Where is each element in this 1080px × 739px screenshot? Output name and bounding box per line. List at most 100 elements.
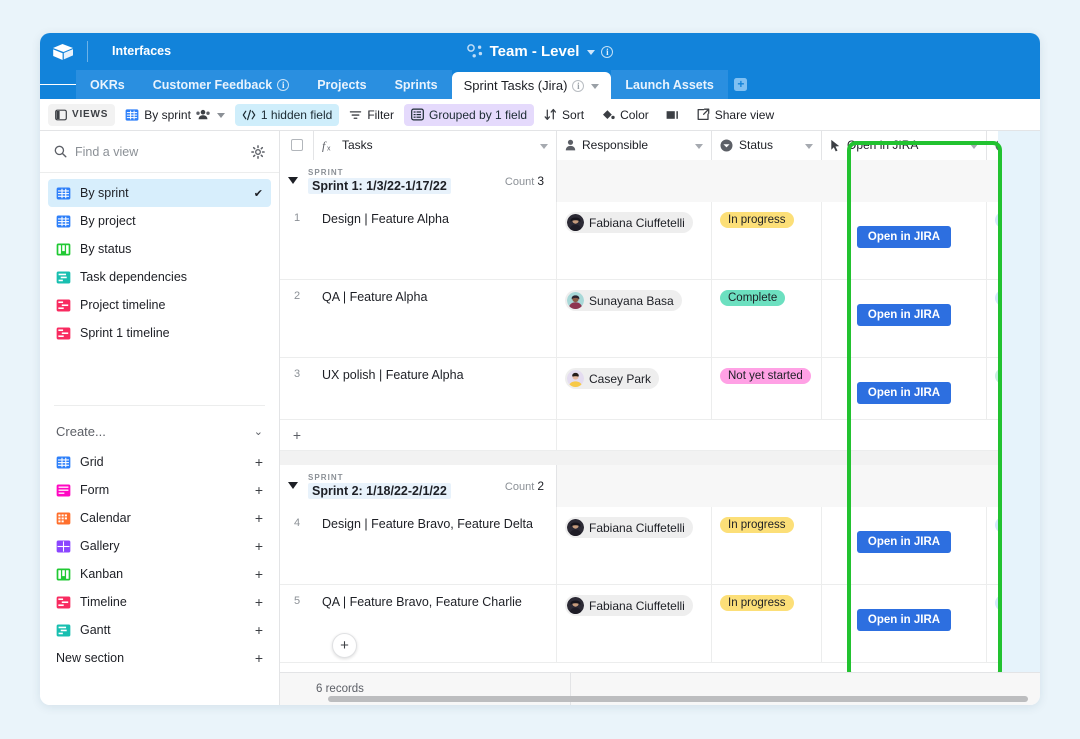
cell-task[interactable]: QA | Feature Alpha — [314, 280, 557, 357]
tab-okrs[interactable]: OKRs — [76, 70, 139, 99]
view-chevron-down-icon[interactable] — [217, 113, 225, 118]
cell-status[interactable]: Not yet started — [712, 358, 822, 419]
add-icon[interactable]: + — [255, 651, 263, 665]
cell-open-in-jira[interactable]: Open in JIRA — [822, 358, 987, 419]
add-row-group-1[interactable]: + — [280, 420, 1040, 451]
hidden-fields-button[interactable]: 1 hidden field — [235, 104, 339, 126]
open-in-jira-button[interactable]: Open in JIRA — [857, 382, 951, 404]
search-input[interactable] — [75, 145, 243, 159]
create-item-gallery[interactable]: Gallery + — [48, 532, 271, 560]
open-in-jira-button[interactable]: Open in JIRA — [857, 304, 951, 326]
cell-status[interactable]: In progress — [712, 585, 822, 662]
cell-responsible[interactable]: Fabiana Ciuffetelli — [557, 585, 712, 662]
add-icon[interactable]: + — [255, 595, 263, 609]
tab-projects[interactable]: Projects — [303, 70, 380, 99]
cell-tags[interactable]: Desi — [987, 507, 1040, 584]
open-in-jira-button[interactable]: Open in JIRA — [857, 531, 951, 553]
add-icon[interactable]: + — [255, 483, 263, 497]
tab-customer-feedback[interactable]: Customer Feedback i — [139, 70, 303, 99]
cell-task[interactable]: Design | Feature Bravo, Feature Delta — [314, 507, 557, 584]
cell-open-in-jira[interactable]: Open in JIRA — [822, 202, 987, 279]
group-button[interactable]: Grouped by 1 field — [404, 104, 534, 126]
cell-tags[interactable]: QA — [987, 280, 1040, 357]
cell-responsible[interactable]: Fabiana Ciuffetelli — [557, 202, 712, 279]
cell-tags[interactable]: QA — [987, 585, 1040, 662]
cell-responsible[interactable]: Sunayana Basa — [557, 280, 712, 357]
column-header-status[interactable]: Status — [712, 131, 822, 160]
interfaces-label[interactable]: Interfaces — [112, 33, 171, 70]
group-header-sprint-1[interactable]: SPRINT Sprint 1: 1/3/22-1/17/22 Count 3 — [280, 160, 1040, 202]
chevron-down-icon[interactable]: ⌄ — [254, 425, 263, 438]
table-row[interactable]: 4 Design | Feature Bravo, Feature Delta … — [280, 507, 1040, 585]
sidebar-item-task-dependencies[interactable]: Task dependencies — [48, 263, 271, 291]
cell-responsible[interactable]: Fabiana Ciuffetelli — [557, 507, 712, 584]
column-header-responsible[interactable]: Responsible — [557, 131, 712, 160]
sidebar-item-project-timeline[interactable]: Project timeline — [48, 291, 271, 319]
tab-sprints[interactable]: Sprints — [381, 70, 452, 99]
open-in-jira-button[interactable]: Open in JIRA — [857, 609, 951, 631]
cell-task[interactable]: UX polish | Feature Alpha — [314, 358, 557, 419]
sidebar-item-by-sprint[interactable]: By sprint ✔ — [48, 179, 271, 207]
create-section-header[interactable]: Create... ⌄ — [40, 414, 279, 448]
add-icon[interactable]: + — [255, 623, 263, 637]
group-header-sprint-2[interactable]: SPRINT Sprint 2: 1/18/22-2/1/22 Count 2 — [280, 465, 1040, 507]
add-icon[interactable]: + — [255, 567, 263, 581]
sidebar-item-by-status[interactable]: By status — [48, 235, 271, 263]
table-row[interactable]: 1 Design | Feature Alpha Fabiana Ciuffet… — [280, 202, 1040, 280]
add-icon[interactable]: + — [255, 455, 263, 469]
cell-responsible[interactable]: Casey Park — [557, 358, 712, 419]
row-height-button[interactable] — [659, 104, 687, 126]
create-item-grid[interactable]: Grid + — [48, 448, 271, 476]
add-icon[interactable]: + — [255, 511, 263, 525]
column-chevron-down-icon[interactable] — [970, 144, 978, 149]
cell-open-in-jira[interactable]: Open in JIRA — [822, 507, 987, 584]
add-icon[interactable]: + — [255, 539, 263, 553]
tab-chevron-down-icon[interactable] — [591, 84, 599, 89]
airtable-logo-icon[interactable] — [50, 39, 76, 65]
create-item-new-section[interactable]: New section + — [48, 644, 271, 672]
cell-open-in-jira[interactable]: Open in JIRA — [822, 280, 987, 357]
cell-task[interactable]: Design | Feature Alpha — [314, 202, 557, 279]
views-toggle-button[interactable]: VIEWS — [48, 104, 115, 126]
open-in-jira-button[interactable]: Open in JIRA — [857, 226, 951, 248]
cell-tags[interactable]: Desi — [987, 202, 1040, 279]
create-item-form[interactable]: Form + — [48, 476, 271, 504]
column-chevron-down-icon[interactable] — [695, 144, 703, 149]
collapse-triangle-icon[interactable] — [288, 482, 298, 489]
add-record-button[interactable]: + — [332, 633, 357, 658]
column-chevron-down-icon[interactable] — [805, 144, 813, 149]
column-chevron-down-icon[interactable] — [540, 144, 548, 149]
sidebar-item-sprint-1-timeline[interactable]: Sprint 1 timeline — [48, 319, 271, 347]
create-item-timeline[interactable]: Timeline + — [48, 588, 271, 616]
column-header-tags[interactable]: Ta — [987, 131, 1040, 160]
current-view-button[interactable]: By sprint — [118, 104, 232, 126]
column-header-open-in-jira[interactable]: Open in JIRA — [822, 131, 987, 160]
add-row-icon[interactable]: + — [280, 427, 314, 443]
table-row[interactable]: 3 UX polish | Feature Alpha Casey Park — [280, 358, 1040, 420]
table-row[interactable]: 5 QA | Feature Bravo, Feature Charlie Fa… — [280, 585, 1040, 663]
title-chevron-down-icon[interactable] — [587, 50, 595, 55]
cell-status[interactable]: In progress — [712, 507, 822, 584]
menu-hamburger-icon[interactable] — [40, 70, 76, 99]
select-all-header[interactable] — [280, 131, 314, 160]
cell-open-in-jira[interactable]: Open in JIRA — [822, 585, 987, 662]
cell-status[interactable]: Complete — [712, 280, 822, 357]
collapse-triangle-icon[interactable] — [288, 177, 298, 184]
cell-status[interactable]: In progress — [712, 202, 822, 279]
create-item-kanban[interactable]: Kanban + — [48, 560, 271, 588]
table-row[interactable]: 2 QA | Feature Alpha Sunayana Basa C — [280, 280, 1040, 358]
create-item-calendar[interactable]: Calendar + — [48, 504, 271, 532]
sidebar-item-by-project[interactable]: By project — [48, 207, 271, 235]
filter-button[interactable]: Filter — [342, 104, 401, 126]
add-tab-button[interactable]: + — [728, 70, 754, 99]
tab-launch-assets[interactable]: Launch Assets — [611, 70, 727, 99]
info-icon[interactable]: i — [601, 46, 613, 58]
horizontal-scrollbar[interactable] — [328, 696, 1028, 702]
select-all-checkbox[interactable] — [291, 139, 303, 151]
color-button[interactable]: Color — [594, 104, 656, 126]
share-view-button[interactable]: Share view — [690, 104, 781, 126]
create-item-gantt[interactable]: Gantt + — [48, 616, 271, 644]
sort-button[interactable]: Sort — [537, 104, 591, 126]
gear-icon[interactable] — [251, 145, 265, 159]
tab-sprint-tasks-jira[interactable]: Sprint Tasks (Jira) i — [452, 72, 612, 99]
